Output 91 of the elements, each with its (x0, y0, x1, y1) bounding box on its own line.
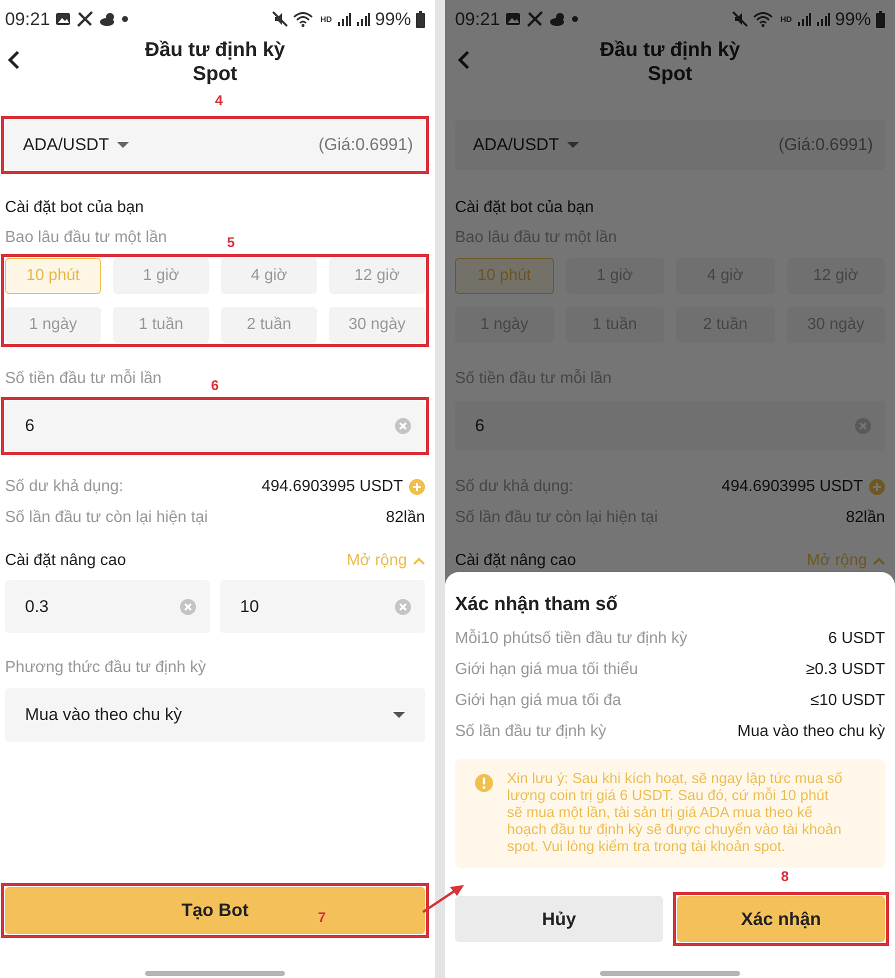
confirm-button[interactable]: Xác nhận (677, 896, 885, 942)
param-label: Số lần đầu tư định kỳ (455, 722, 606, 742)
field-label: Phương thức đầu tư định kỳ (5, 658, 206, 678)
clear-icon (395, 598, 411, 614)
interval-option[interactable]: 4 giờ (221, 258, 317, 294)
pair-price: (Giá:0.6991) (778, 135, 873, 155)
amount-field[interactable]: 6 (5, 401, 425, 451)
pair-symbol: ADA/USDT (23, 135, 109, 155)
param-label: Giới hạn giá mua tối đa (455, 691, 622, 711)
info-value: 494.6903995 USDT (262, 477, 403, 497)
page-subtitle: Spot (192, 62, 238, 86)
crossed-tools-icon (526, 10, 544, 28)
clear-icon (180, 598, 196, 614)
image-icon (55, 11, 72, 27)
interval-option[interactable]: 1 giờ (113, 258, 209, 294)
dot-icon (122, 16, 128, 22)
caret-icon (393, 712, 405, 718)
network-label: HD (320, 14, 332, 24)
wifi-icon (293, 11, 316, 27)
battery-icon (416, 10, 425, 28)
price-limit-field[interactable]: 10 (220, 580, 425, 633)
cancel-button[interactable]: Hủy (455, 896, 663, 942)
signal-icon (356, 12, 370, 26)
battery-icon (876, 10, 885, 28)
dot-icon (572, 16, 578, 22)
page-title: Đầu tư định kỳ (144, 38, 286, 62)
section-title: Cài đặt nâng cao (5, 551, 126, 571)
step-number: 6 (211, 377, 219, 393)
param-value: ≥0.3 USDT (806, 660, 885, 680)
method-dropdown[interactable]: Mua vào theo chu kỳ (5, 688, 425, 742)
pair-symbol: ADA/USDT (473, 135, 559, 155)
interval-option[interactable]: 30 ngày (329, 307, 425, 343)
interval-option[interactable]: 2 tuần (221, 307, 317, 343)
pair-selector[interactable]: ADA/USDT (Giá:0.6991) (5, 120, 425, 170)
param-value: 6 USDT (828, 629, 885, 649)
step-number: 5 (227, 234, 235, 250)
interval-option[interactable]: 1 ngày (5, 307, 101, 343)
param-value: Mua vào theo chu kỳ (737, 722, 885, 742)
param-label: Mỗi10 phútsố tiền đầu tư định kỳ (455, 628, 688, 649)
pair-price: (Giá:0.6991) (318, 135, 413, 155)
section-title: Cài đặt bot của bạn (455, 198, 595, 218)
add-icon (409, 479, 425, 495)
signal-icon (816, 12, 830, 26)
info-value: 82lần (386, 508, 425, 528)
interval-option[interactable]: 10 phút (5, 258, 101, 294)
price-limit-field[interactable]: 0.3 (5, 580, 210, 633)
callout-arrow (422, 885, 464, 914)
page-title: Đầu tư định kỳ (600, 38, 740, 62)
expand-link[interactable]: Mở rộng (806, 549, 867, 573)
caret-icon (566, 142, 579, 148)
info-label: Số lần đầu tư còn lại hiện tại (5, 508, 208, 528)
signal-icon (796, 12, 811, 26)
status-time: 09:21 (455, 8, 500, 30)
interval-option[interactable]: 12 giờ (329, 258, 425, 294)
battery-level: 99% (374, 8, 411, 30)
info-value: 82lần (846, 508, 885, 528)
network-label: HD (780, 14, 792, 24)
back-icon (8, 50, 20, 70)
mute-icon (732, 11, 748, 27)
info-label: Số dư khả dụng: (5, 477, 124, 497)
crossed-tools-icon (76, 10, 94, 28)
battery-level: 99% (834, 8, 871, 30)
status-time: 09:21 (5, 8, 50, 30)
step-number: 4 (215, 92, 223, 108)
dialog-title: Xác nhận tham số (455, 593, 619, 617)
caret-icon (116, 142, 129, 148)
param-value: ≤10 USDT (810, 691, 885, 711)
clear-icon (855, 418, 871, 434)
field-label: Bao lâu đầu tư một lần (5, 228, 167, 248)
step-number: 7 (318, 909, 326, 925)
mute-icon (272, 11, 288, 27)
interval-option[interactable]: 1 tuần (113, 307, 209, 343)
page-subtitle: Spot (648, 62, 692, 86)
add-icon (869, 479, 885, 495)
amount-field[interactable]: 6 (455, 401, 885, 451)
section-title: Cài đặt nâng cao (455, 551, 576, 571)
notice-text: Xin lưu ý: Sau khi kích hoạt, sẽ ngay lập tức mua số lượng coin trị giá 6 USDT. Sau đó, cứ mỗi 10 phút sẽ mua một lần, tài sản trị giá ADA mua theo kế hoạch đầu tư định kỳ sẽ được chuyển vào tài khoản spot. Vui lòng kiểm tra trong tài khoản spot. (507, 771, 844, 856)
interval-option[interactable]: 10 phút (455, 258, 554, 294)
info-value: 494.6903995 USDT (722, 477, 863, 497)
param-label: Giới hạn giá mua tối thiểu (455, 660, 638, 680)
clear-icon (395, 418, 411, 434)
image-icon (505, 11, 522, 27)
signal-icon (336, 12, 351, 26)
step-number: 8 (781, 868, 789, 884)
pair-selector[interactable]: ADA/USDT (Giá:0.6991) (455, 120, 885, 170)
expand-link[interactable]: Mở rộng (346, 549, 407, 573)
back-icon (458, 50, 470, 70)
section-title: Cài đặt bot của bạn (5, 198, 145, 218)
wifi-icon (753, 11, 776, 27)
field-label: Số tiền đầu tư mỗi lần (5, 368, 162, 389)
warning-icon (475, 774, 493, 792)
